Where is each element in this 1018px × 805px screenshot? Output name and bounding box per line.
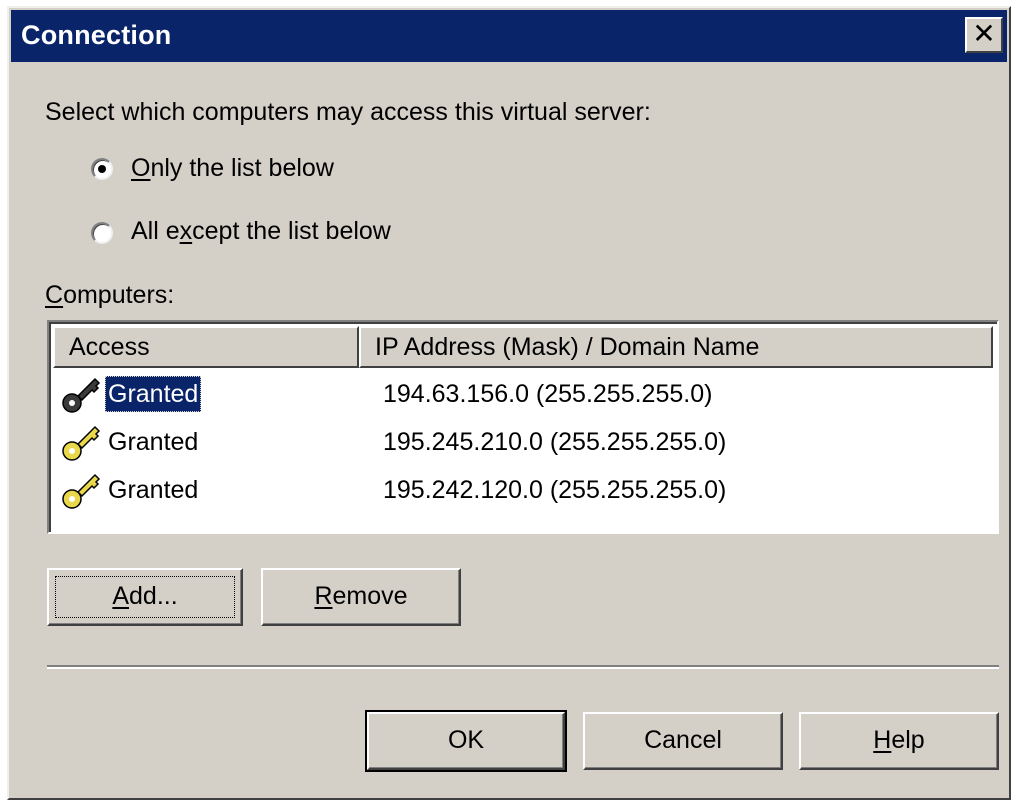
radio-button-all-except[interactable] <box>91 222 113 244</box>
focus-rectangle <box>55 576 235 618</box>
computers-label: Computers: <box>45 281 175 309</box>
remove-button[interactable]: Remove <box>261 568 461 626</box>
access-cell: Granted <box>108 428 199 456</box>
column-header-address[interactable]: IP Address (Mask) / Domain Name <box>359 326 993 368</box>
radio-all-except-label[interactable]: All except the list below <box>131 217 391 246</box>
access-cell: Granted <box>108 476 199 504</box>
radio-only-list-label[interactable]: Only the list below <box>131 154 334 183</box>
list-item[interactable]: Granted 194.63.156.0 (255.255.255.0) <box>53 370 993 418</box>
key-icon <box>62 377 101 413</box>
divider <box>47 665 999 669</box>
cancel-button-label: Cancel <box>644 726 722 754</box>
ok-button[interactable]: OK <box>365 710 567 772</box>
radio-button-only-list[interactable] <box>91 158 113 180</box>
key-icon <box>62 425 101 461</box>
address-cell: 195.245.210.0 (255.255.255.0) <box>383 428 727 456</box>
remove-button-label: Remove <box>314 582 408 610</box>
title-bar[interactable]: Connection ✕ <box>11 10 1007 62</box>
window-title: Connection <box>21 20 172 50</box>
close-icon: ✕ <box>972 18 996 49</box>
radio-selected-dot <box>98 165 106 173</box>
help-button[interactable]: Help <box>799 712 999 770</box>
cancel-button[interactable]: Cancel <box>583 712 783 770</box>
list-item[interactable]: Granted 195.245.210.0 (255.255.255.0) <box>53 418 993 466</box>
access-prompt: Select which computers may access this v… <box>45 98 651 126</box>
computers-list[interactable]: Access IP Address (Mask) / Domain Name G… <box>47 320 999 534</box>
ok-button-label: OK <box>447 726 485 754</box>
address-cell: 194.63.156.0 (255.255.255.0) <box>383 380 713 408</box>
add-button[interactable]: Add... <box>47 568 243 626</box>
connection-dialog: Connection ✕ Select which computers may … <box>7 6 1011 800</box>
key-icon <box>62 473 101 509</box>
address-cell: 195.242.120.0 (255.255.255.0) <box>383 476 727 504</box>
close-button[interactable]: ✕ <box>965 17 1003 53</box>
help-button-label: Help <box>873 726 925 754</box>
column-header-access[interactable]: Access <box>53 326 359 368</box>
list-item[interactable]: Granted 195.242.120.0 (255.255.255.0) <box>53 466 993 514</box>
access-cell: Granted <box>105 376 202 412</box>
